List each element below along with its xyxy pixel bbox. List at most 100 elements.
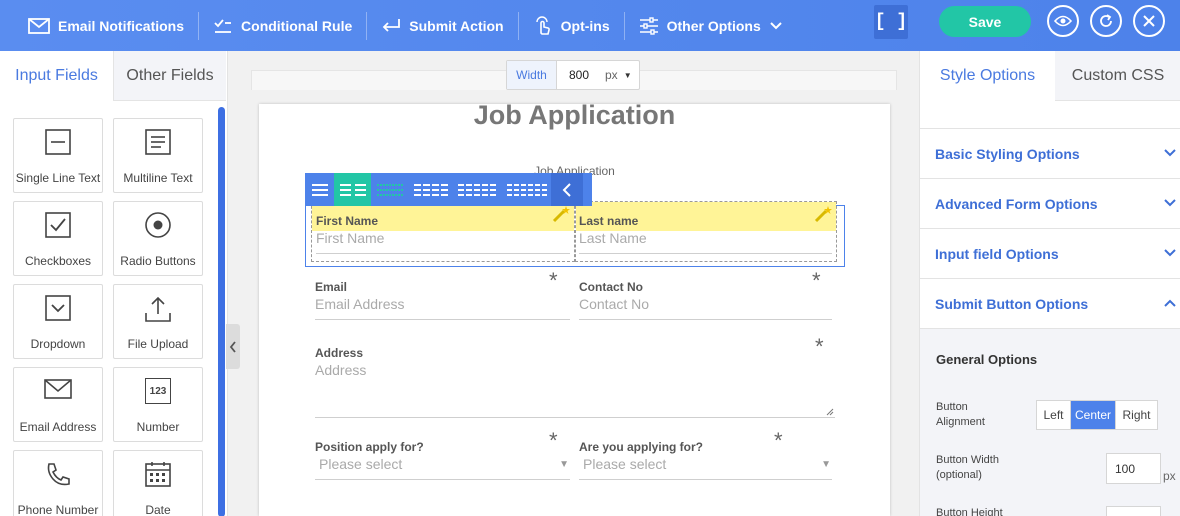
checkbox-icon — [45, 212, 71, 238]
collapse-toolbar-button[interactable] — [551, 173, 583, 206]
align-center-button[interactable]: Center — [1071, 401, 1115, 429]
address-label: Address — [315, 346, 364, 360]
width-control: Width 800 px ▼ — [506, 60, 640, 90]
address-textarea[interactable]: Address — [315, 362, 835, 378]
applying-for-select[interactable]: Are you applying for? Please select ▼ — [579, 440, 832, 480]
magic-wand-icon[interactable] — [814, 205, 832, 223]
left-scrollbar[interactable] — [218, 107, 225, 516]
email-label: Email — [315, 280, 348, 294]
tab-style-options[interactable]: Style Options — [920, 51, 1055, 101]
field-phone-number[interactable]: Phone Number — [13, 450, 103, 516]
field-multiline-text[interactable]: Multiline Text — [113, 118, 203, 193]
section-label: Basic Styling Options — [935, 145, 1080, 162]
opt-ins-button[interactable]: Opt-ins — [519, 0, 624, 51]
last-name-column[interactable]: Last name Last Name — [575, 201, 837, 262]
align-left-button[interactable]: Left — [1037, 401, 1071, 429]
field-number[interactable]: 123 Number — [113, 367, 203, 442]
address-field[interactable]: Address Address — [315, 346, 835, 418]
width-unit-label: px — [605, 68, 618, 82]
return-arrow-icon — [382, 18, 401, 32]
field-label: Radio Buttons — [120, 254, 196, 268]
four-columns-button[interactable] — [408, 173, 454, 206]
last-name-input[interactable]: Last Name — [579, 230, 647, 246]
five-columns-button[interactable] — [454, 173, 502, 206]
basic-styling-options-section[interactable]: Basic Styling Options — [920, 129, 1180, 179]
magic-wand-icon[interactable] — [552, 205, 570, 223]
button-height-input[interactable] — [1106, 506, 1161, 516]
submit-button-options-section[interactable]: Submit Button Options — [920, 279, 1180, 329]
align-right-button[interactable]: Right — [1115, 401, 1157, 429]
applying-for-select-value[interactable]: Please select — [579, 456, 832, 472]
left-tabs: Input Fields Other Fields — [0, 51, 227, 101]
panel-spacer — [920, 101, 1180, 129]
two-columns-button[interactable] — [334, 173, 371, 206]
caret-down-icon: ▼ — [821, 459, 831, 470]
button-width-label: Button Width (optional) — [936, 454, 999, 481]
width-input[interactable]: 800 — [557, 61, 599, 89]
field-checkboxes[interactable]: Checkboxes — [13, 201, 103, 276]
chevron-up-icon — [1164, 299, 1176, 307]
width-unit-select[interactable]: px ▼ — [599, 61, 639, 89]
button-alignment-group: Left Center Right — [1036, 400, 1158, 430]
number-icon-text: 123 — [149, 385, 167, 397]
contact-no-field[interactable]: Contact No Contact No — [579, 280, 832, 320]
submit-action-label: Submit Action — [409, 17, 504, 34]
field-single-line-text[interactable]: Single Line Text — [13, 118, 103, 193]
position-select-value[interactable]: Please select — [315, 456, 570, 472]
number-icon: 123 — [145, 378, 171, 404]
multiline-text-icon — [145, 129, 171, 155]
six-columns-button[interactable] — [502, 173, 551, 206]
two-columns-icon — [339, 183, 366, 196]
applying-for-label: Are you applying for? — [579, 440, 704, 454]
tab-other-fields[interactable]: Other Fields — [113, 51, 226, 101]
right-tabs: Style Options Custom CSS — [920, 51, 1180, 101]
conditional-rule-button[interactable]: Conditional Rule — [199, 0, 366, 51]
advanced-form-options-section[interactable]: Advanced Form Options — [920, 179, 1180, 229]
save-button[interactable]: Save — [939, 6, 1031, 37]
sliders-icon — [639, 16, 658, 35]
four-columns-icon — [414, 183, 448, 196]
resize-handle-icon[interactable] — [826, 408, 834, 416]
tab-input-fields[interactable]: Input Fields — [0, 51, 113, 101]
field-label: Number — [136, 420, 180, 434]
first-name-input[interactable]: First Name — [316, 230, 384, 246]
preview-button[interactable] — [1047, 5, 1079, 37]
submit-action-button[interactable]: Submit Action — [367, 0, 517, 51]
position-select[interactable]: Position apply for? Please select ▼ — [315, 440, 570, 480]
field-dropdown[interactable]: Dropdown — [13, 284, 103, 359]
section-label: Submit Button Options — [935, 295, 1089, 312]
three-columns-button[interactable] — [371, 173, 408, 206]
input-field-options-section[interactable]: Input field Options — [920, 229, 1180, 279]
refresh-button[interactable] — [1090, 5, 1122, 37]
chevron-left-icon — [562, 182, 571, 197]
dropdown-icon — [45, 295, 71, 321]
required-asterisk: * — [774, 428, 783, 453]
email-input[interactable]: Email Address — [315, 296, 570, 312]
other-options-dropdown[interactable]: Other Options — [625, 0, 797, 51]
email-notifications-button[interactable]: Email Notifications — [0, 0, 198, 51]
required-asterisk: * — [549, 428, 558, 453]
button-alignment-label: Button Alignment — [936, 401, 985, 428]
field-file-upload[interactable]: File Upload — [113, 284, 203, 359]
field-email-address[interactable]: Email Address — [13, 367, 103, 442]
right-panel: Style Options Custom CSS Basic Styling O… — [919, 51, 1180, 516]
row-menu-button[interactable] — [305, 173, 334, 206]
collapse-panel-button[interactable] — [226, 324, 240, 369]
upload-icon — [145, 296, 171, 322]
close-button[interactable] — [1133, 5, 1165, 37]
fullscreen-button[interactable]: [ ] — [874, 5, 908, 39]
first-name-column[interactable]: First Name First Name — [311, 201, 575, 262]
contact-no-label: Contact No — [579, 280, 643, 294]
email-field[interactable]: Email Email Address — [315, 280, 570, 320]
section-label: Advanced Form Options — [935, 195, 1098, 212]
field-radio-buttons[interactable]: Radio Buttons — [113, 201, 203, 276]
field-date[interactable]: Date — [113, 450, 203, 516]
button-width-input[interactable]: 100 — [1106, 453, 1161, 484]
other-options-label: Other Options — [666, 17, 761, 34]
contact-no-input[interactable]: Contact No — [579, 296, 832, 312]
field-label: File Upload — [127, 337, 189, 351]
input-underline — [315, 479, 570, 480]
tab-custom-css[interactable]: Custom CSS — [1055, 51, 1180, 101]
column-layout-toolbar — [305, 173, 592, 206]
six-columns-icon — [506, 183, 547, 196]
